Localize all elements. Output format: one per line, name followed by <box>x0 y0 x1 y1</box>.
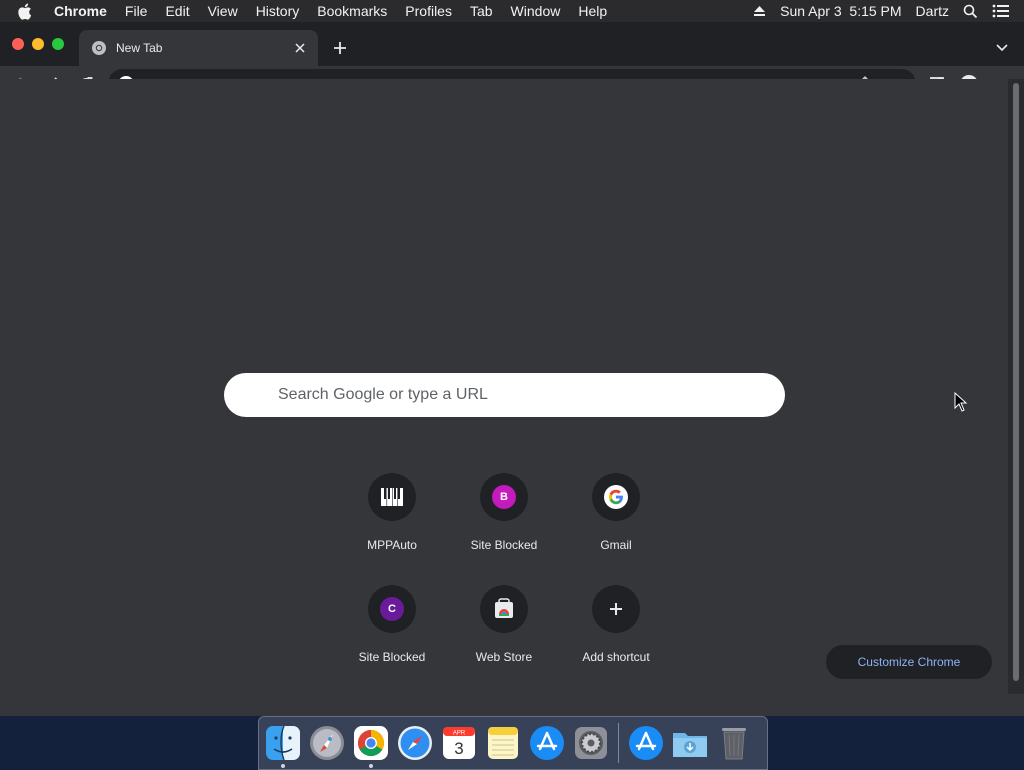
shortcut-tile-gmail[interactable]: Gmail <box>560 473 672 573</box>
mouse-cursor-icon <box>954 392 968 412</box>
ntp-search-box[interactable] <box>224 373 785 417</box>
running-indicator <box>281 764 285 768</box>
plus-icon <box>592 585 640 633</box>
shortcut-label: Site Blocked <box>470 538 538 552</box>
dock-separator <box>618 723 619 763</box>
shortcut-tile-mppauto[interactable]: MPPAuto <box>336 473 448 573</box>
scrollbar-thumb[interactable] <box>1013 83 1019 681</box>
shortcut-tile-web-store[interactable]: Web Store <box>448 585 560 685</box>
menu-history[interactable]: History <box>256 3 300 19</box>
spotlight-search-icon[interactable] <box>963 4 978 19</box>
piano-icon <box>368 473 416 521</box>
web-store-icon <box>480 585 528 633</box>
trash-icon[interactable] <box>715 724 753 762</box>
launchpad-icon[interactable] <box>308 724 346 762</box>
shortcut-label: Add shortcut <box>582 650 650 664</box>
running-indicator <box>369 764 373 768</box>
notes-icon[interactable] <box>484 724 522 762</box>
calendar-icon[interactable]: APR 3 <box>440 724 478 762</box>
new-tab-page: MPPAuto B Site Blocked Gmail C Site Bloc… <box>0 79 1008 694</box>
system-preferences-icon[interactable] <box>572 724 610 762</box>
menu-tab[interactable]: Tab <box>470 3 493 19</box>
menu-edit[interactable]: Edit <box>165 3 189 19</box>
finder-icon[interactable] <box>264 724 302 768</box>
apple-menu-icon[interactable] <box>17 3 39 20</box>
shortcut-tile-site-blocked-b[interactable]: B Site Blocked <box>448 473 560 573</box>
letter-badge: C <box>380 597 404 621</box>
shortcut-label: Gmail <box>600 538 632 552</box>
tab-search-chevron-icon[interactable] <box>994 40 1010 56</box>
menubar-clock[interactable]: Sun Apr 3 5:15 PM <box>780 3 901 19</box>
google-g-icon <box>592 473 640 521</box>
tab-close-icon[interactable] <box>292 40 308 56</box>
tab-strip: New Tab <box>0 22 1024 66</box>
shortcut-tile-site-blocked-c[interactable]: C Site Blocked <box>336 585 448 685</box>
menu-file[interactable]: File <box>125 3 148 19</box>
shortcut-label: Web Store <box>475 650 533 664</box>
menu-bar: Chrome File Edit View History Bookmarks … <box>0 0 1024 22</box>
menu-view[interactable]: View <box>208 3 238 19</box>
menubar-user[interactable]: Dartz <box>916 3 949 19</box>
letter-c-icon: C <box>368 585 416 633</box>
window-zoom-button[interactable] <box>52 38 64 50</box>
menu-help[interactable]: Help <box>578 3 607 19</box>
downloads-folder-icon[interactable] <box>671 724 709 762</box>
calendar-month: APR <box>453 731 466 737</box>
safari-icon[interactable] <box>396 724 434 762</box>
letter-b-icon: B <box>480 473 528 521</box>
window-close-button[interactable] <box>12 38 24 50</box>
window-minimize-button[interactable] <box>32 38 44 50</box>
new-tab-plus-icon[interactable] <box>330 38 350 58</box>
eject-icon[interactable] <box>753 5 766 17</box>
customize-chrome-button[interactable]: Customize Chrome <box>826 645 992 679</box>
ntp-search-input[interactable] <box>276 385 785 405</box>
menu-window[interactable]: Window <box>511 3 561 19</box>
page-scrollbar[interactable] <box>1008 79 1024 694</box>
menu-bookmarks[interactable]: Bookmarks <box>317 3 387 19</box>
tab-title: New Tab <box>116 41 163 55</box>
tab-new-tab[interactable]: New Tab <box>79 30 318 66</box>
app-store-icon[interactable] <box>528 724 566 762</box>
shortcut-tile-add-shortcut[interactable]: Add shortcut <box>560 585 672 685</box>
menu-profiles[interactable]: Profiles <box>405 3 452 19</box>
chrome-app-icon[interactable] <box>352 724 390 768</box>
menu-app-name[interactable]: Chrome <box>54 3 107 19</box>
letter-badge: B <box>492 485 516 509</box>
app-store-downloads-icon[interactable] <box>627 724 665 762</box>
calendar-day: 3 <box>454 739 463 758</box>
shortcut-label: MPPAuto <box>367 538 417 552</box>
chrome-favicon-icon <box>91 40 107 56</box>
shortcut-label: Site Blocked <box>358 650 426 664</box>
control-center-icon[interactable] <box>992 4 1010 18</box>
dock: APR 3 <box>258 716 768 770</box>
